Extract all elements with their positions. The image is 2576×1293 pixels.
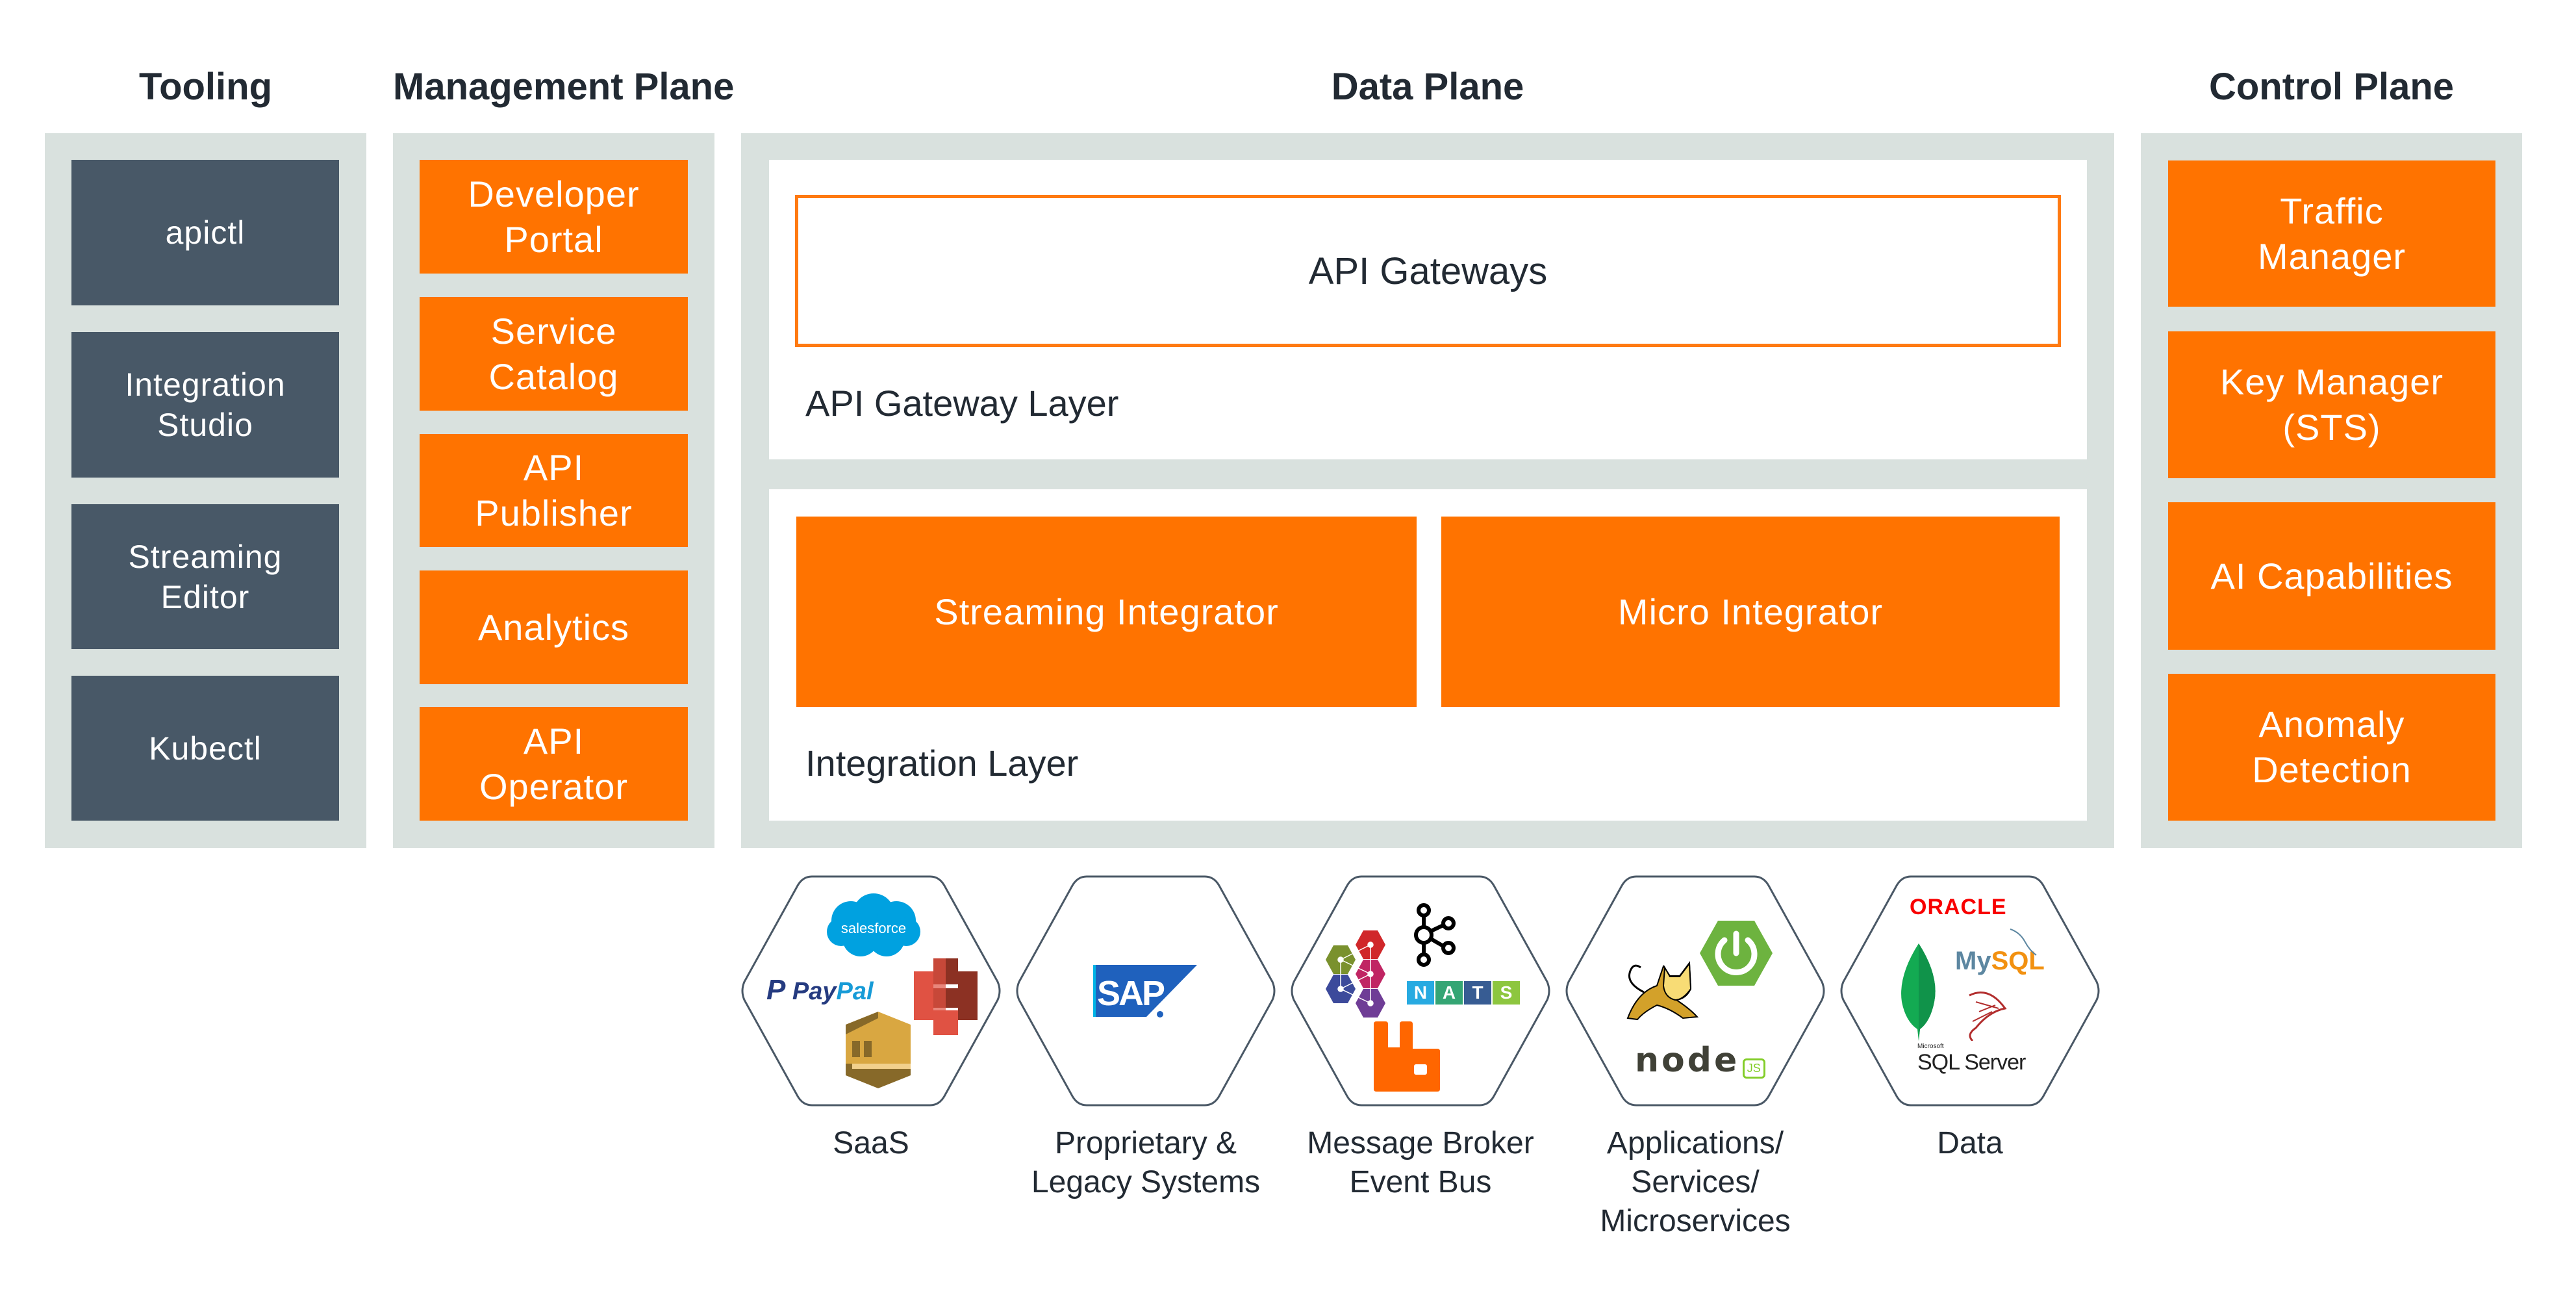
mgmt-analytics[interactable]: Analytics (420, 570, 688, 684)
control-label: Traffic Manager (2257, 190, 2406, 277)
salesforce-logo: salesforce (827, 893, 920, 956)
streaming-integrator-label: Streaming Integrator (934, 591, 1279, 632)
control-key-manager[interactable]: Key Manager (STS) (2168, 331, 2495, 478)
endpoint-proprietary-legacy[interactable]: SAP (1015, 875, 1276, 1107)
hexagon-cluster-logo (1326, 930, 1385, 1018)
spring-boot-logo (1700, 921, 1773, 986)
nats-letter: T (1464, 981, 1491, 1005)
endpoint-data[interactable]: ORACLE MySQL Microsoft SQL Server (1839, 875, 2101, 1107)
tool-apictl[interactable]: apictl (71, 160, 339, 305)
nats-letter: A (1435, 981, 1463, 1005)
mgmt-label: API Publisher (475, 447, 633, 533)
endpoint-saas[interactable]: salesforce P PayPal (740, 875, 1002, 1107)
svg-text:SAP: SAP (1097, 974, 1165, 1013)
mgmt-developer-portal[interactable]: Developer Portal (420, 160, 688, 274)
endpoint-applications-label: Applications/ Services/ Microservices (1600, 1126, 1791, 1238)
nats-letter: S (1493, 981, 1520, 1005)
endpoint-message-broker-label: Message Broker Event Bus (1307, 1126, 1534, 1199)
control-label: AI Capabilities (2210, 555, 2453, 596)
micro-integrator-box[interactable]: Micro Integrator (1441, 517, 2060, 707)
api-gateways-box[interactable]: API Gateways (795, 195, 2061, 347)
tool-label: apictl (165, 214, 246, 251)
mgmt-api-operator[interactable]: API Operator (420, 707, 688, 821)
micro-integrator-label: Micro Integrator (1617, 591, 1884, 632)
endpoint-proprietary-legacy-label: Proprietary & Legacy Systems (1031, 1126, 1261, 1199)
api-gateways-label: API Gateways (1308, 250, 1548, 292)
svg-text:salesforce: salesforce (841, 920, 906, 936)
control-ai-capabilities[interactable]: AI Capabilities (2168, 502, 2495, 650)
mgmt-label: Developer Portal (468, 173, 640, 260)
aws-sqs-icon (846, 1012, 911, 1088)
control-traffic-manager[interactable]: Traffic Manager (2168, 160, 2495, 307)
aws-s3-icon (914, 958, 978, 1035)
integration-layer-label: Integration Layer (805, 743, 1079, 784)
mgmt-api-publisher[interactable]: API Publisher (420, 434, 688, 547)
sql-server-logo: Microsoft SQL Server (1917, 1043, 2026, 1075)
mgmt-label: Service Catalog (488, 310, 619, 397)
heading-management-plane: Management Plane (393, 66, 735, 108)
tool-integration-studio[interactable]: Integration Studio (71, 332, 339, 478)
tool-label: Kubectl (149, 730, 262, 767)
tool-label: Integration Studio (125, 366, 286, 443)
sql-server-icon (1969, 992, 2007, 1041)
control-anomaly-detection[interactable]: Anomaly Detection (2168, 674, 2495, 821)
tomcat-logo (1626, 961, 1699, 1021)
heading-data-plane: Data Plane (1331, 66, 1524, 108)
heading-tooling: Tooling (138, 66, 273, 108)
control-label: Anomaly Detection (2252, 704, 2412, 790)
rabbitmq-logo (1374, 1021, 1440, 1092)
kafka-logo (1414, 903, 1456, 967)
mongodb-logo (1901, 943, 1936, 1041)
nats-logo: N A T S (1407, 981, 1520, 1005)
mgmt-service-catalog[interactable]: Service Catalog (420, 297, 688, 411)
api-gateway-layer-label: API Gateway Layer (805, 383, 1119, 424)
tool-streaming-editor[interactable]: Streaming Editor (71, 504, 339, 649)
tool-kubectl[interactable]: Kubectl (71, 676, 339, 821)
endpoint-saas-label: SaaS (833, 1126, 909, 1160)
mgmt-label: Analytics (477, 606, 630, 648)
mysql-dolphin-icon (2010, 928, 2037, 956)
endpoint-data-label: Data (1937, 1126, 2003, 1160)
endpoint-applications[interactable]: node JS (1565, 875, 1826, 1107)
mgmt-label: API Operator (479, 720, 628, 807)
tool-label: Streaming Editor (128, 538, 283, 615)
nodejs-logo: node JS (1635, 1041, 1765, 1080)
heading-control-plane: Control Plane (2208, 66, 2455, 108)
paypal-logo: P PayPal (766, 974, 874, 1006)
control-label: Key Manager (STS) (2219, 361, 2444, 448)
endpoint-message-broker[interactable]: N A T S (1290, 875, 1551, 1107)
nats-letter: N (1407, 981, 1434, 1005)
streaming-integrator-box[interactable]: Streaming Integrator (796, 517, 1417, 707)
oracle-logo: ORACLE (1910, 895, 2007, 919)
sap-logo: SAP (1093, 965, 1197, 1018)
